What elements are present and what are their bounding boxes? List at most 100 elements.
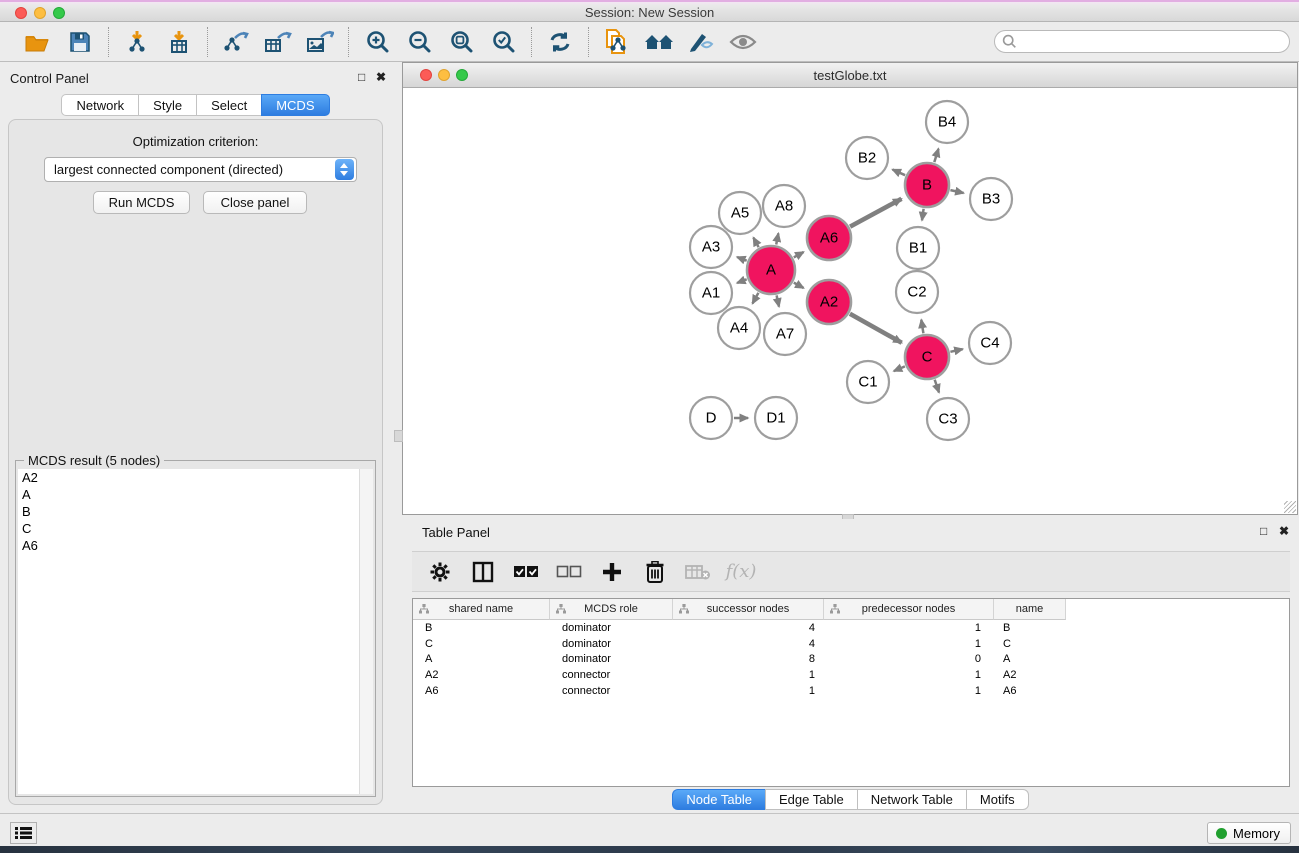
add-column-button[interactable]	[598, 557, 626, 587]
import-network-button[interactable]	[120, 26, 154, 58]
network-window-titlebar[interactable]: testGlobe.txt	[403, 63, 1297, 88]
graph-node-C4[interactable]: C4	[969, 322, 1011, 364]
graph-node-A1[interactable]: A1	[690, 272, 732, 314]
close-panel-button[interactable]: Close panel	[203, 191, 307, 214]
graph-edge-A-A2[interactable]	[794, 283, 804, 288]
table-cell[interactable]: 1	[824, 622, 994, 634]
graph-edge-B-B4[interactable]	[934, 149, 938, 162]
zoom-in-button[interactable]	[360, 26, 394, 58]
graph-edge-C-C1[interactable]	[894, 366, 905, 371]
close-table-panel-icon[interactable]: ✖	[1279, 524, 1289, 538]
graph-node-A7[interactable]: A7	[764, 313, 806, 355]
tab-node-table[interactable]: Node Table	[672, 789, 765, 810]
column-header-MCDS-role[interactable]: MCDS role	[550, 599, 673, 620]
settings-gear-button[interactable]	[426, 557, 454, 587]
tab-mcds[interactable]: MCDS	[261, 94, 329, 116]
graph-node-B3[interactable]: B3	[970, 178, 1012, 220]
open-session-button[interactable]	[21, 26, 55, 58]
table-cell[interactable]: A2	[994, 669, 1066, 681]
table-cell[interactable]: C	[413, 638, 550, 650]
tab-style[interactable]: Style	[138, 94, 196, 116]
table-cell[interactable]: dominator	[550, 638, 673, 650]
criterion-select[interactable]: largest connected component (directed)	[44, 157, 357, 182]
graph-edge-A-A1[interactable]	[737, 279, 747, 283]
graph-node-A6[interactable]: A6	[807, 216, 851, 260]
graph-node-A[interactable]: A	[747, 246, 795, 294]
deselect-all-button[interactable]	[555, 557, 583, 587]
column-header-shared-name[interactable]: shared name	[413, 599, 550, 620]
export-network-button[interactable]	[219, 26, 253, 58]
close-panel-icon[interactable]: ✖	[376, 70, 386, 84]
select-all-button[interactable]	[512, 557, 540, 587]
table-cell[interactable]: dominator	[550, 653, 673, 665]
table-row[interactable]: Adominator80A	[413, 651, 1289, 667]
tab-select[interactable]: Select	[196, 94, 261, 116]
table-cell[interactable]: 8	[673, 653, 824, 665]
zoom-fit-button[interactable]	[444, 26, 478, 58]
column-header-successor-nodes[interactable]: successor nodes	[673, 599, 824, 620]
graph-node-D1[interactable]: D1	[755, 397, 797, 439]
vertical-splitter-grip[interactable]	[394, 430, 403, 442]
graph-edge-A-A7[interactable]	[777, 295, 779, 306]
graph-edge-A-A4[interactable]	[753, 293, 759, 304]
table-cell[interactable]: connector	[550, 669, 673, 681]
search-input[interactable]	[994, 30, 1290, 53]
graph-edge-C-C3[interactable]	[935, 380, 939, 393]
table-cell[interactable]: 1	[673, 669, 824, 681]
zoom-out-button[interactable]	[402, 26, 436, 58]
graph-node-B4[interactable]: B4	[926, 101, 968, 143]
memory-button[interactable]: Memory	[1207, 822, 1291, 844]
graph-node-A3[interactable]: A3	[690, 226, 732, 268]
graph-node-A5[interactable]: A5	[719, 192, 761, 234]
run-mcds-button[interactable]: Run MCDS	[93, 191, 190, 214]
graph-edge-A-A8[interactable]	[776, 233, 778, 244]
delete-column-button[interactable]	[641, 557, 669, 587]
graph-edge-B-B3[interactable]	[950, 190, 963, 193]
graph-node-B2[interactable]: B2	[846, 137, 888, 179]
save-session-button[interactable]	[63, 26, 97, 58]
show-eye-button[interactable]	[726, 26, 760, 58]
column-view-button[interactable]	[469, 557, 497, 587]
table-cell[interactable]: C	[994, 638, 1066, 650]
table-cell[interactable]: A6	[413, 685, 550, 697]
result-item[interactable]: A6	[18, 537, 359, 554]
graph-node-C3[interactable]: C3	[927, 398, 969, 440]
table-cell[interactable]: 4	[673, 638, 824, 650]
graph-edge-C-C4[interactable]	[950, 349, 962, 352]
table-cell[interactable]: A6	[994, 685, 1066, 697]
float-panel-icon[interactable]: □	[358, 70, 365, 84]
result-item[interactable]: A2	[18, 469, 359, 486]
zoom-selected-button[interactable]	[486, 26, 520, 58]
refresh-button[interactable]	[543, 26, 577, 58]
table-cell[interactable]: dominator	[550, 622, 673, 634]
graph-edge-B-B2[interactable]	[893, 170, 906, 176]
table-cell[interactable]: 1	[673, 685, 824, 697]
graph-node-B1[interactable]: B1	[897, 227, 939, 269]
table-row[interactable]: Cdominator41C	[413, 636, 1289, 652]
table-row[interactable]: Bdominator41B	[413, 620, 1289, 636]
graph-node-A4[interactable]: A4	[718, 307, 760, 349]
mcds-result-list[interactable]: A2ABCA6	[18, 469, 359, 794]
export-image-button[interactable]	[303, 26, 337, 58]
graph-node-A8[interactable]: A8	[763, 185, 805, 227]
table-row[interactable]: A2connector11A2	[413, 667, 1289, 683]
table-cell[interactable]: 4	[673, 622, 824, 634]
graph-edge-C-C2[interactable]	[921, 320, 923, 334]
tab-network[interactable]: Network	[61, 94, 138, 116]
copy-network-button[interactable]	[600, 26, 634, 58]
tab-network-table[interactable]: Network Table	[857, 789, 966, 810]
graph-edge-A-A3[interactable]	[737, 257, 747, 261]
table-cell[interactable]: 0	[824, 653, 994, 665]
table-cell[interactable]: A	[413, 653, 550, 665]
result-item[interactable]: A	[18, 486, 359, 503]
graph-node-C[interactable]: C	[905, 335, 949, 379]
table-cell[interactable]: 1	[824, 669, 994, 681]
graph-edge-B-B1[interactable]	[922, 209, 924, 221]
table-cell[interactable]: 1	[824, 685, 994, 697]
graph-edge-A-A5[interactable]	[753, 238, 758, 248]
graph-edge-A2-C[interactable]	[850, 314, 902, 343]
graph-node-C1[interactable]: C1	[847, 361, 889, 403]
window-resize-grip[interactable]	[1284, 501, 1296, 513]
network-canvas[interactable]: A A1 A2 A3 A4 A5 A6 A7 A8 B B1 B2 B3 B4 …	[403, 88, 1297, 514]
task-history-button[interactable]	[10, 822, 37, 844]
